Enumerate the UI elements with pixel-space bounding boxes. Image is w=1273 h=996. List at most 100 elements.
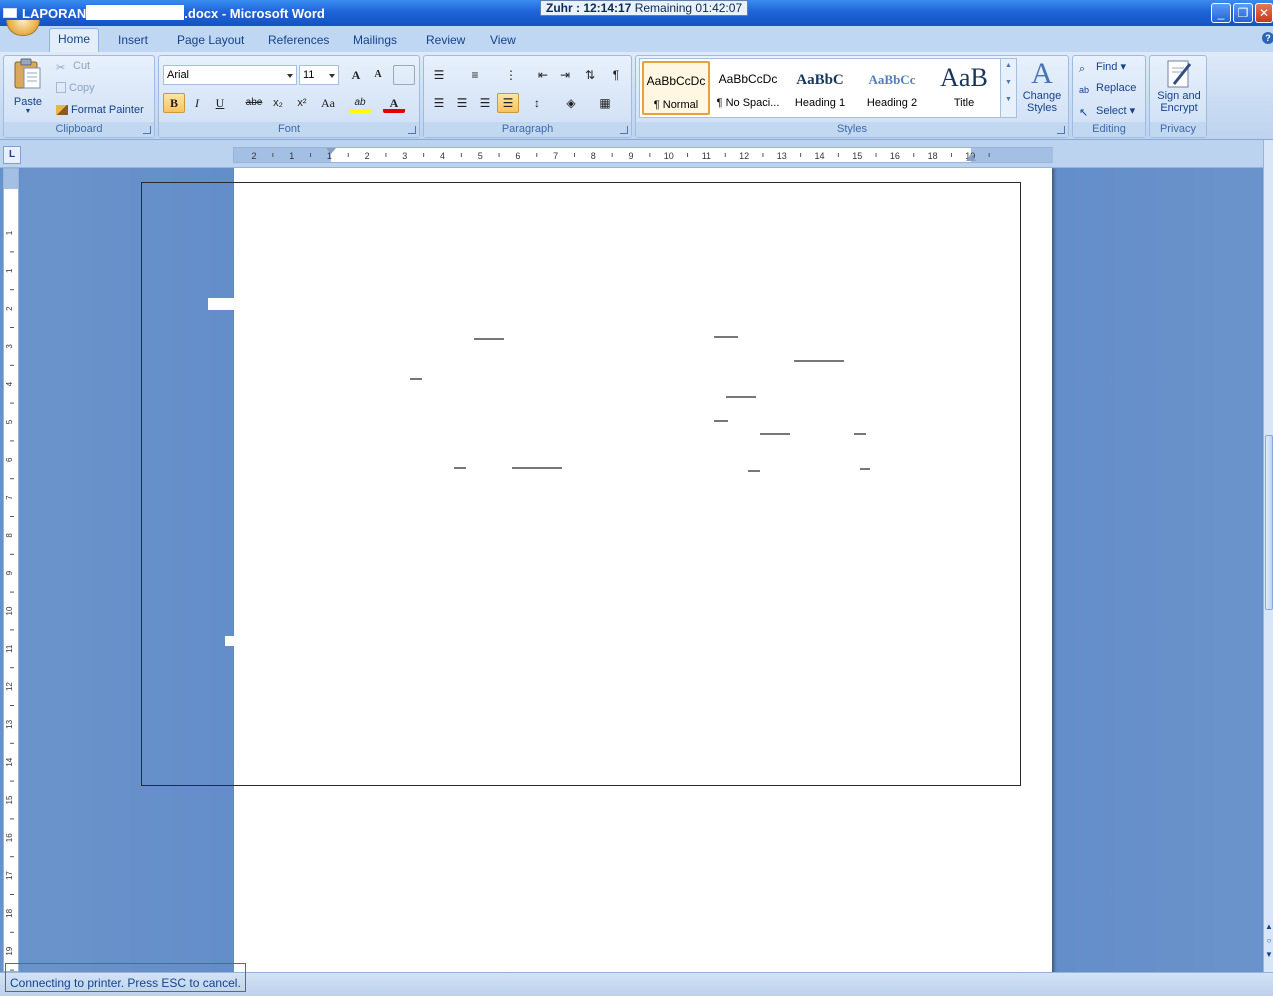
line-spacing-icon[interactable]: ↕ xyxy=(526,93,548,113)
ruler-tick-label: 3 xyxy=(402,151,407,161)
ruler-tick-label: 2 xyxy=(251,151,256,161)
paste-label: Paste xyxy=(13,96,43,108)
increase-indent-icon[interactable]: ⇥ xyxy=(554,65,576,85)
ruler-tick-label: 13 xyxy=(5,719,14,728)
scissors-icon: ✂ xyxy=(56,62,66,74)
font-size-select[interactable]: 11 xyxy=(299,65,339,85)
replace-label: Replace xyxy=(1096,82,1137,94)
window-menu-icon[interactable] xyxy=(3,8,17,18)
ruler-tick-label: 5 xyxy=(478,151,483,161)
ruler-tick-label: 19 xyxy=(5,946,14,955)
tab-insert[interactable]: Insert xyxy=(110,30,156,52)
styles-group-label: Styles xyxy=(636,122,1068,137)
chevron-up-icon[interactable]: ▲ xyxy=(1001,62,1016,69)
style-normal[interactable]: AaBbCcDc ¶ Normal xyxy=(642,61,710,115)
redacted-filename xyxy=(86,5,185,20)
title-suffix: .docx - Microsoft Word xyxy=(184,6,325,21)
shrink-font-button[interactable]: A xyxy=(367,65,389,85)
paragraph-group: ☰ ≡ ⋮ ⇤ ⇥ ⇅ ¶ ☰ ☰ ☰ ☰ ↕ ◈ ▦ Paragraph xyxy=(423,55,632,138)
style-name: Title xyxy=(953,97,975,109)
justify-icon[interactable]: ☰ xyxy=(497,93,519,113)
font-family-select[interactable]: Arial xyxy=(163,65,297,85)
tab-mailings[interactable]: Mailings xyxy=(345,30,405,52)
vertical-ruler[interactable]: 11234567891011121314151617181920 xyxy=(3,168,19,972)
help-icon[interactable]: ? xyxy=(1262,32,1273,44)
sign-and-encrypt-button[interactable]: Sign and Encrypt xyxy=(1152,58,1206,120)
ruler-tick-label: 4 xyxy=(440,151,445,161)
copy-button[interactable]: Copy xyxy=(56,82,95,94)
subscript-button[interactable]: x₂ xyxy=(267,93,289,113)
scrollbar-thumb[interactable] xyxy=(1265,435,1273,610)
style-no-spacing[interactable]: AaBbCcDc ¶ No Spaci... xyxy=(714,61,782,115)
next-page-icon[interactable]: ▼ xyxy=(1264,950,1273,960)
style-gallery-scroll[interactable]: ▲ ▼ ▼ xyxy=(1000,59,1016,117)
style-heading-1[interactable]: AaBbC Heading 1 xyxy=(786,61,854,115)
bold-button[interactable]: B xyxy=(163,93,185,113)
tab-references[interactable]: References xyxy=(260,30,337,52)
find-button[interactable]: ⌕ Find ▾ xyxy=(1079,60,1126,75)
ruler-tick-label: 11 xyxy=(5,644,14,653)
style-title[interactable]: AaB Title xyxy=(930,61,998,115)
tab-page-layout[interactable]: Page Layout xyxy=(169,30,252,52)
paste-dropdown-arrow[interactable]: ▼ xyxy=(8,108,48,115)
document-canvas[interactable] xyxy=(22,168,1263,972)
indent-marker-icon[interactable] xyxy=(326,148,336,154)
paragraph-dialog-launcher-icon[interactable] xyxy=(620,126,628,134)
italic-button[interactable]: I xyxy=(186,93,208,113)
cut-button[interactable]: ✂ Cut xyxy=(56,60,90,74)
clipboard-dialog-launcher-icon[interactable] xyxy=(143,126,151,134)
font-size-value: 11 xyxy=(303,69,315,81)
font-color-button[interactable]: A xyxy=(383,93,405,113)
select-button[interactable]: ↖ Select ▾ xyxy=(1079,104,1135,119)
align-right-icon[interactable]: ☰ xyxy=(474,93,496,113)
numbering-icon[interactable]: ≡ xyxy=(464,65,486,85)
sort-icon[interactable]: ⇅ xyxy=(579,65,601,85)
show-marks-button[interactable]: ¶ xyxy=(605,65,627,85)
right-indent-marker-icon[interactable] xyxy=(966,154,976,161)
chevron-down-icon xyxy=(329,74,335,78)
minimize-button[interactable]: _ xyxy=(1211,3,1231,23)
frame-artifact xyxy=(225,636,237,646)
paste-button[interactable]: Paste ▼ xyxy=(8,58,48,120)
previous-page-icon[interactable]: ▲ xyxy=(1264,922,1273,932)
restore-button[interactable]: ❐ xyxy=(1233,3,1253,23)
change-styles-button[interactable]: A Change Styles xyxy=(1018,58,1066,120)
decrease-indent-icon[interactable]: ⇤ xyxy=(532,65,554,85)
select-label: Select xyxy=(1096,105,1127,117)
borders-icon[interactable]: ▦ xyxy=(594,93,616,113)
horizontal-ruler[interactable]: 2 1 1 2 3 4 5 6 7 8 9 10 11 12 13 14 15 16 18 19 xyxy=(233,147,1053,163)
align-left-icon[interactable]: ☰ xyxy=(428,93,450,113)
shading-icon[interactable]: ◈ xyxy=(560,93,582,113)
style-name: Heading 1 xyxy=(794,97,846,109)
browse-object-icon[interactable]: ○ xyxy=(1264,936,1273,946)
chevron-down-icon[interactable]: ▼ xyxy=(1001,79,1016,86)
tab-review[interactable]: Review xyxy=(418,30,473,52)
style-heading-2[interactable]: AaBbCc Heading 2 xyxy=(858,61,926,115)
ruler-tick-label: 9 xyxy=(628,151,633,161)
bullets-icon[interactable]: ☰ xyxy=(428,65,450,85)
vertical-scrollbar[interactable]: ▲ ○ ▼ xyxy=(1263,140,1273,972)
superscript-button[interactable]: x² xyxy=(291,93,313,113)
multilevel-list-icon[interactable]: ⋮ xyxy=(500,65,522,85)
tab-selector-button[interactable]: L xyxy=(3,146,21,164)
strikethrough-button[interactable]: abe xyxy=(243,93,265,113)
ruler-tick-label: 5 xyxy=(5,419,14,424)
highlight-button[interactable]: ab xyxy=(349,93,371,113)
close-button[interactable]: ✕ xyxy=(1255,3,1273,23)
tab-view[interactable]: View xyxy=(482,30,524,52)
ruler-tick-label: 15 xyxy=(5,795,14,804)
gallery-more-icon[interactable]: ▼ xyxy=(1001,96,1016,103)
change-case-button[interactable]: Aa xyxy=(317,93,339,113)
paintbrush-icon xyxy=(56,105,68,115)
underline-button[interactable]: U xyxy=(209,93,231,113)
align-center-icon[interactable]: ☰ xyxy=(451,93,473,113)
ruler-tick-label: 1 xyxy=(5,230,14,235)
styles-dialog-launcher-icon[interactable] xyxy=(1057,126,1065,134)
replace-button[interactable]: ab Replace xyxy=(1079,82,1136,97)
format-painter-button[interactable]: Format Painter xyxy=(56,104,144,116)
font-dialog-launcher-icon[interactable] xyxy=(408,126,416,134)
tab-home[interactable]: Home xyxy=(49,28,100,52)
clear-formatting-icon[interactable] xyxy=(393,65,415,85)
ruler-tick-label: 6 xyxy=(515,151,520,161)
grow-font-button[interactable]: A xyxy=(345,65,367,85)
